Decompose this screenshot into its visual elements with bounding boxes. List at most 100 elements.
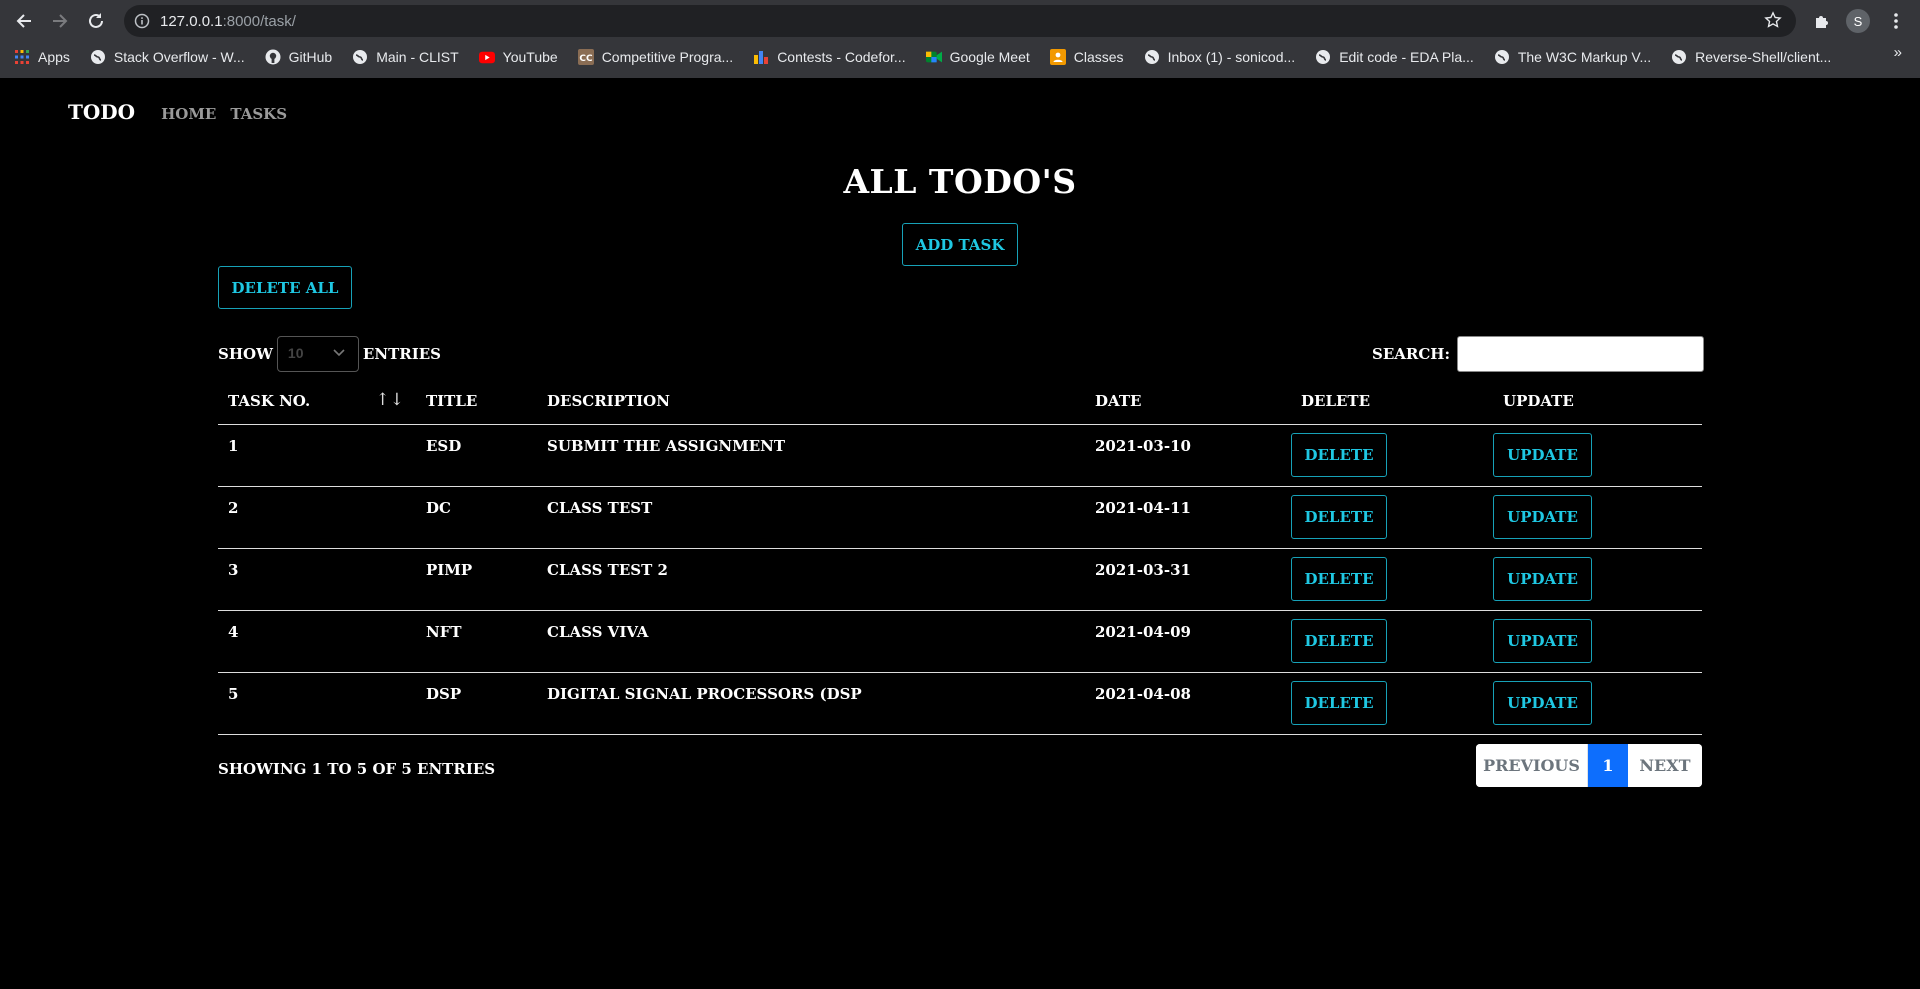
cell-delete: DELETE [1291, 610, 1493, 673]
page-content: TODO HOME TASKS ALL TODO'S ADD TASK DELE… [0, 78, 1920, 989]
bookmark-item[interactable]: GitHub [265, 49, 332, 65]
search-input[interactable] [1457, 336, 1705, 372]
header-description[interactable]: DESCRIPTION [537, 378, 1085, 425]
cell-description: SUBMIT THE ASSIGNMENT [537, 424, 1085, 487]
update-task-button[interactable]: UPDATE [1493, 432, 1592, 477]
delete-task-button[interactable]: DELETE [1291, 556, 1387, 601]
table-row: 1 ESD SUBMIT THE ASSIGNMENT 2021-03-10 DELET… [218, 424, 1702, 487]
pagination-previous[interactable]: PREVIOUS [1476, 744, 1588, 787]
table-header-row: TASK NO. ↑↓ TITLE DESCRIPTION DATE DELETE… [218, 378, 1702, 425]
update-task-button[interactable]: UPDATE [1493, 556, 1592, 601]
pagination-page-current[interactable]: 1 [1588, 744, 1628, 787]
cell-task-no: 2 [218, 486, 416, 549]
bookmark-label: YouTube [502, 49, 558, 65]
pagination-next[interactable]: NEXT [1628, 744, 1702, 787]
bookmark-item[interactable]: Reverse-Shell/client... [1671, 49, 1831, 65]
bookmarks-bar: Apps Stack Overflow - W... GitHub Main - CL… [0, 44, 1920, 70]
table-row: 2 DC CLASS TEST 2021-04-11 DELETE UPDATE [218, 486, 1702, 549]
address-bar[interactable]: 127.0.0.1:8000/task/ [124, 5, 1796, 37]
cell-update: UPDATE [1493, 486, 1702, 549]
header-date[interactable]: DATE [1085, 378, 1291, 425]
site-info-icon[interactable] [124, 13, 160, 29]
bookmark-item[interactable]: Inbox (1) - sonicod... [1144, 49, 1296, 65]
bookmark-item[interactable]: CC Competitive Progra... [577, 49, 734, 65]
search-control: SEARCH: [1372, 336, 1705, 372]
table-row: 5 DSP DIGITAL SIGNAL PROCESSORS (DSP 2021-0… [218, 672, 1702, 735]
header-task-no-label: TASK NO. [228, 391, 311, 410]
cell-description: CLASS TEST [537, 486, 1085, 549]
bookmark-item[interactable]: Google Meet [925, 49, 1030, 65]
header-title[interactable]: TITLE [416, 378, 537, 425]
cell-update: UPDATE [1493, 548, 1702, 611]
bookmark-label: The W3C Markup V... [1517, 49, 1652, 65]
cell-title: PIMP [416, 548, 537, 611]
table-row: 4 NFT CLASS VIVA 2021-04-09 DELETE UPDATE [218, 610, 1702, 673]
bookmark-label: Competitive Progra... [601, 49, 734, 65]
chevron-down-icon [332, 345, 346, 363]
back-icon[interactable] [6, 3, 42, 39]
delete-task-button[interactable]: DELETE [1291, 680, 1387, 725]
sort-arrows-icon[interactable]: ↑↓ [376, 390, 405, 410]
bookmark-label: Reverse-Shell/client... [1695, 49, 1832, 65]
globe-icon [1144, 49, 1160, 65]
bookmark-item[interactable]: Stack Overflow - W... [90, 49, 245, 65]
cell-date: 2021-03-31 [1085, 548, 1291, 611]
header-task-no[interactable]: TASK NO. ↑↓ [218, 378, 416, 425]
delete-task-button[interactable]: DELETE [1291, 618, 1387, 663]
brand-logo[interactable]: TODO [68, 100, 135, 124]
classroom-icon [1049, 49, 1066, 65]
meet-icon [925, 49, 942, 65]
add-task-button[interactable]: ADD TASK [902, 223, 1018, 266]
bookmark-item[interactable]: Edit code - EDA Pla... [1315, 49, 1474, 65]
browser-toolbar: 127.0.0.1:8000/task/ S [0, 0, 1920, 42]
github-icon [265, 49, 281, 65]
cell-delete: DELETE [1291, 548, 1493, 611]
delete-task-button[interactable]: DELETE [1291, 494, 1387, 539]
cell-title: DSP [416, 672, 537, 735]
bookmark-item[interactable]: Main - CLIST [352, 49, 459, 65]
bookmark-label: Classes [1073, 49, 1124, 65]
cell-task-no: 4 [218, 610, 416, 673]
profile-avatar[interactable]: S [1846, 9, 1870, 33]
bookmark-label: Stack Overflow - W... [113, 49, 245, 65]
header-update[interactable]: UPDATE [1493, 378, 1702, 425]
cell-update: UPDATE [1493, 672, 1702, 735]
nav-link-home[interactable]: HOME [161, 105, 216, 123]
delete-task-button[interactable]: DELETE [1291, 432, 1387, 477]
reload-icon[interactable] [78, 3, 114, 39]
nav-link-tasks[interactable]: TASKS [230, 105, 287, 123]
bookmark-item[interactable]: The W3C Markup V... [1494, 49, 1651, 65]
update-task-button[interactable]: UPDATE [1493, 680, 1592, 725]
table-info: SHOWING 1 TO 5 OF 5 ENTRIES [218, 760, 496, 778]
tasks-table: TASK NO. ↑↓ TITLE DESCRIPTION DATE DELETE… [218, 378, 1702, 735]
bookmark-label: Main - CLIST [376, 49, 459, 65]
header-delete[interactable]: DELETE [1291, 378, 1493, 425]
search-label: SEARCH: [1372, 345, 1451, 363]
cc-icon: CC [577, 49, 594, 65]
extensions-puzzle-icon[interactable] [1810, 9, 1834, 33]
cell-date: 2021-04-08 [1085, 672, 1291, 735]
bookmark-label: Google Meet [949, 49, 1030, 65]
cell-delete: DELETE [1291, 486, 1493, 549]
bookmarks-overflow-button[interactable]: » [1894, 44, 1902, 61]
bookmark-star-icon[interactable] [1764, 11, 1782, 33]
bookmark-item[interactable]: Apps [14, 49, 70, 65]
table-row: 3 PIMP CLASS TEST 2 2021-03-31 DELETE UPDATE [218, 548, 1702, 611]
cell-delete: DELETE [1291, 424, 1493, 487]
update-task-button[interactable]: UPDATE [1493, 494, 1592, 539]
tasks-table-body: 1 ESD SUBMIT THE ASSIGNMENT 2021-03-10 DELET… [218, 424, 1702, 735]
bookmark-item[interactable]: Contests - Codefor... [753, 49, 906, 65]
forward-icon[interactable] [42, 3, 78, 39]
bookmark-item[interactable]: Classes [1049, 49, 1124, 65]
youtube-icon [478, 49, 495, 65]
entries-select[interactable]: 10 [276, 336, 359, 372]
show-label: SHOW [218, 345, 273, 363]
bookmark-item[interactable]: YouTube [478, 49, 558, 65]
bookmark-label: Apps [38, 49, 70, 65]
cell-task-no: 3 [218, 548, 416, 611]
browser-menu-icon[interactable] [1884, 9, 1908, 33]
delete-all-button[interactable]: DELETE ALL [218, 266, 352, 309]
bookmark-label: Inbox (1) - sonicod... [1167, 49, 1296, 65]
update-task-button[interactable]: UPDATE [1493, 618, 1592, 663]
cell-title: NFT [416, 610, 537, 673]
